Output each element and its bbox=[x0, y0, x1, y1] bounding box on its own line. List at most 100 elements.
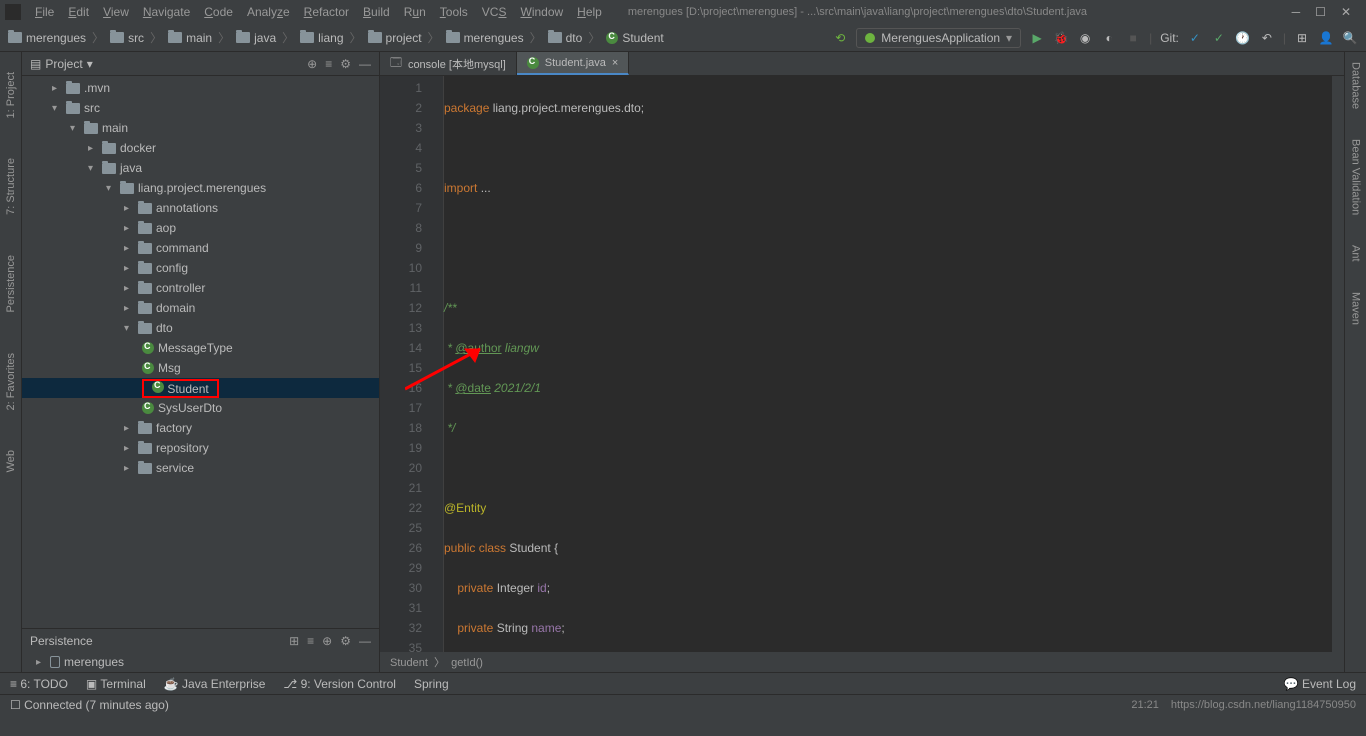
stop-icon[interactable]: ■ bbox=[1125, 30, 1141, 46]
crumb-main[interactable]: main bbox=[168, 31, 212, 45]
crumb-dto[interactable]: dto bbox=[548, 31, 583, 45]
tree-domain[interactable]: ▸domain bbox=[22, 298, 379, 318]
project-panel: ▤ Project ▾ ⊕ ≡ ⚙ — ▸.mvn ▾src ▾main ▸do… bbox=[22, 52, 380, 672]
tab-persistence[interactable]: Persistence bbox=[5, 255, 17, 312]
avatar-icon[interactable]: 👤 bbox=[1318, 30, 1334, 46]
git-commit-icon[interactable]: ✓ bbox=[1211, 30, 1227, 46]
tree-controller[interactable]: ▸controller bbox=[22, 278, 379, 298]
menu-analyze[interactable]: Analyze bbox=[241, 3, 296, 21]
git-history-icon[interactable]: 🕐 bbox=[1235, 30, 1251, 46]
tree-repository[interactable]: ▸repository bbox=[22, 438, 379, 458]
run-icon[interactable]: ▶ bbox=[1029, 30, 1045, 46]
tab-structure[interactable]: 7: Structure bbox=[5, 158, 17, 215]
tree-annotations[interactable]: ▸annotations bbox=[22, 198, 379, 218]
line-gutter: 1234567891011121314151617181920212225262… bbox=[380, 76, 430, 652]
tree-command[interactable]: ▸command bbox=[22, 238, 379, 258]
tab-ant[interactable]: Ant bbox=[1350, 245, 1362, 262]
code-editor[interactable]: 1234567891011121314151617181920212225262… bbox=[380, 76, 1344, 652]
right-tool-strip: Database Bean Validation Ant Maven bbox=[1344, 52, 1366, 672]
menu-edit[interactable]: Edit bbox=[62, 3, 95, 21]
sync-icon[interactable]: ⟲ bbox=[832, 30, 848, 46]
crumb-project[interactable]: project bbox=[368, 31, 422, 45]
menu-tools[interactable]: Tools bbox=[434, 3, 474, 21]
coverage-icon[interactable]: ◉ bbox=[1077, 30, 1093, 46]
menu-run[interactable]: Run bbox=[398, 3, 432, 21]
tab-terminal[interactable]: ▣ Terminal bbox=[86, 677, 146, 691]
expand-icon[interactable]: ≡ bbox=[325, 57, 332, 71]
hide-icon[interactable]: — bbox=[359, 57, 371, 71]
tree-src[interactable]: ▾src bbox=[22, 98, 379, 118]
menu-vcs[interactable]: VCS bbox=[476, 3, 513, 21]
tree-java[interactable]: ▾java bbox=[22, 158, 379, 178]
tree-factory[interactable]: ▸factory bbox=[22, 418, 379, 438]
tree-student[interactable]: Student bbox=[22, 378, 379, 398]
tab-maven[interactable]: Maven bbox=[1350, 292, 1362, 325]
tree-mvn[interactable]: ▸.mvn bbox=[22, 78, 379, 98]
folder-icon bbox=[8, 32, 22, 43]
tab-java-enterprise[interactable]: ☕ Java Enterprise bbox=[164, 677, 266, 691]
gear-icon[interactable]: ⚙ bbox=[340, 57, 351, 71]
tab-todo[interactable]: ≡ 6: TODO bbox=[10, 677, 68, 691]
crumb-liang[interactable]: liang bbox=[300, 31, 343, 45]
run-configuration[interactable]: MerenguesApplication ▾ bbox=[856, 28, 1021, 48]
fold-gutter[interactable] bbox=[430, 76, 444, 652]
git-revert-icon[interactable]: ↶ bbox=[1259, 30, 1275, 46]
tab-console[interactable]: 🗔console [本地mysql] bbox=[380, 52, 517, 75]
debug-icon[interactable]: 🐞 bbox=[1053, 30, 1069, 46]
search-icon[interactable]: 🔍 bbox=[1342, 30, 1358, 46]
tree-msg[interactable]: Msg bbox=[22, 358, 379, 378]
pers-gear-icon[interactable]: ⚙ bbox=[340, 634, 351, 648]
tab-bean-validation[interactable]: Bean Validation bbox=[1350, 139, 1362, 215]
tab-favorites[interactable]: 2: Favorites bbox=[5, 353, 17, 410]
pers-item[interactable]: ▸merengues bbox=[22, 652, 379, 672]
menu-build[interactable]: Build bbox=[357, 3, 396, 21]
panel-title[interactable]: ▤ Project ▾ bbox=[30, 57, 93, 71]
persistence-header[interactable]: Persistence ⊞ ≡ ⊕ ⚙ — bbox=[22, 628, 379, 652]
locate-icon[interactable]: ⊕ bbox=[307, 57, 317, 71]
crumb-merengues[interactable]: merengues bbox=[8, 31, 86, 45]
menu-file[interactable]: File bbox=[29, 3, 60, 21]
crumb-java[interactable]: java bbox=[236, 31, 276, 45]
menu-code[interactable]: Code bbox=[198, 3, 239, 21]
tree-messagetype[interactable]: MessageType bbox=[22, 338, 379, 358]
tab-student[interactable]: Student.java× bbox=[517, 52, 630, 75]
profile-icon[interactable]: ◐ bbox=[1101, 30, 1117, 46]
window-title: merengues [D:\project\merengues] - ...\s… bbox=[628, 6, 1087, 18]
tab-web[interactable]: Web bbox=[5, 450, 17, 472]
tree-sysuserdto[interactable]: SysUserDto bbox=[22, 398, 379, 418]
tree-package[interactable]: ▾liang.project.merengues bbox=[22, 178, 379, 198]
tab-project[interactable]: 1: Project bbox=[5, 72, 17, 118]
menu-window[interactable]: Window bbox=[514, 3, 569, 21]
close-icon[interactable]: ✕ bbox=[1341, 5, 1351, 19]
tab-spring[interactable]: Spring bbox=[414, 677, 449, 691]
project-tree[interactable]: ▸.mvn ▾src ▾main ▸docker ▾java ▾liang.pr… bbox=[22, 76, 379, 628]
crumb-merengues2[interactable]: merengues bbox=[446, 31, 524, 45]
close-tab-icon[interactable]: × bbox=[612, 57, 618, 69]
menu-navigate[interactable]: Navigate bbox=[137, 3, 196, 21]
tree-dto[interactable]: ▾dto bbox=[22, 318, 379, 338]
editor-breadcrumb[interactable]: Student 〉 getId() bbox=[380, 652, 1344, 672]
crumb-student[interactable]: Student bbox=[606, 31, 663, 45]
pers-icon1[interactable]: ⊞ bbox=[289, 634, 299, 648]
pers-icon2[interactable]: ≡ bbox=[307, 634, 314, 648]
maximize-icon[interactable]: ☐ bbox=[1315, 5, 1326, 19]
tab-database[interactable]: Database bbox=[1350, 62, 1362, 109]
menu-help[interactable]: Help bbox=[571, 3, 608, 21]
tree-docker[interactable]: ▸docker bbox=[22, 138, 379, 158]
tree-service[interactable]: ▸service bbox=[22, 458, 379, 478]
event-log[interactable]: 💬 Event Log bbox=[1284, 677, 1356, 691]
tree-aop[interactable]: ▸aop bbox=[22, 218, 379, 238]
pers-hide-icon[interactable]: — bbox=[359, 634, 371, 648]
structure-icon[interactable]: ⊞ bbox=[1294, 30, 1310, 46]
scroll-markers[interactable] bbox=[1332, 76, 1344, 652]
tree-config[interactable]: ▸config bbox=[22, 258, 379, 278]
tree-main[interactable]: ▾main bbox=[22, 118, 379, 138]
menu-view[interactable]: View bbox=[97, 3, 135, 21]
status-bar: ≡ 6: TODO ▣ Terminal ☕ Java Enterprise ⎇… bbox=[0, 672, 1366, 716]
git-update-icon[interactable]: ✓ bbox=[1187, 30, 1203, 46]
crumb-src[interactable]: src bbox=[110, 31, 144, 45]
minimize-icon[interactable]: ─ bbox=[1292, 5, 1301, 19]
pers-icon3[interactable]: ⊕ bbox=[322, 634, 332, 648]
menu-refactor[interactable]: Refactor bbox=[298, 3, 355, 21]
tab-version-control[interactable]: ⎇ 9: Version Control bbox=[283, 677, 396, 691]
